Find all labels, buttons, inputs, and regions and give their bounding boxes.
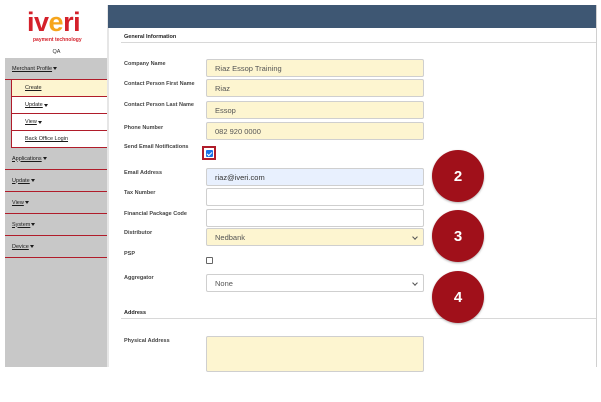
callout-badge: 4 (432, 271, 484, 323)
callout-badge: 2 (432, 150, 484, 202)
app-window: iveri payment technology QA Merchant Pro… (0, 0, 601, 402)
caret-down-icon (43, 103, 48, 107)
select-value: Nedbank (215, 232, 246, 242)
sidebar-item-applications[interactable]: Applications (5, 148, 108, 170)
email-label: Email Address (124, 170, 163, 176)
field-value: Riaz Essop Training (215, 63, 282, 73)
caret-down-icon (29, 245, 34, 248)
tax-label: Tax Number (124, 190, 156, 196)
distributor-select[interactable]: Nedbank (206, 228, 424, 246)
main-form: General Information Company Name Riaz Es… (112, 28, 596, 372)
field-value: riaz@iveri.com (215, 172, 265, 182)
sidebar-item-label: System (12, 221, 31, 228)
section-title-address: Address (124, 310, 147, 316)
email-field[interactable]: riaz@iveri.com (206, 168, 424, 186)
section-divider (121, 42, 596, 43)
first-name-field[interactable]: Riaz (206, 79, 424, 97)
caret-down-icon (53, 67, 58, 70)
sidebar-divider (107, 5, 109, 367)
caret-down-icon (37, 120, 42, 124)
right-border (596, 5, 597, 367)
company-name-field[interactable]: Riaz Essop Training (206, 59, 424, 77)
chevron-down-icon (412, 234, 418, 240)
company-name-label: Company Name (124, 61, 166, 67)
physical-address-label: Physical Address (124, 338, 170, 344)
sidebar-item-back-office-login[interactable]: Back Office Login (12, 131, 108, 148)
sidebar-item-label: Device (12, 243, 29, 250)
sidebar-item-label: View (12, 199, 24, 206)
phone-field[interactable]: 082 920 0000 (206, 122, 424, 140)
field-value: Riaz (215, 83, 231, 93)
financial-package-label: Financial Package Code (124, 211, 187, 217)
last-name-label: Contact Person Last Name (124, 102, 194, 108)
sidebar-item-device[interactable]: Device (5, 236, 108, 258)
financial-package-field[interactable] (206, 209, 424, 227)
environment-label: QA (52, 49, 61, 55)
select-value: None (215, 278, 233, 288)
distributor-label: Distributor (124, 230, 153, 236)
top-header-bar (108, 5, 596, 28)
aggregator-label: Aggregator (124, 275, 154, 281)
sidebar-item-merchant-profile[interactable]: Merchant Profile (5, 58, 108, 80)
sidebar-item-label: Create (25, 85, 42, 91)
sidebar-item-label: Update (12, 177, 30, 184)
sidebar-item-label: Applications (12, 155, 42, 162)
sidebar-item-update-main[interactable]: Update (5, 170, 108, 192)
field-value: Essop (215, 105, 236, 115)
caret-down-icon (24, 201, 29, 204)
callout-badge: 3 (432, 210, 484, 262)
logo-wordmark: iveri (27, 7, 81, 37)
sidebar-item-system[interactable]: System (5, 214, 108, 236)
send-email-checkbox[interactable] (205, 149, 213, 157)
sidebar-item-label: Update (25, 102, 43, 108)
logo-tagline: payment technology (33, 37, 82, 43)
sidebar-item-view-main[interactable]: View (5, 192, 108, 214)
section-title-general: General Information (124, 34, 177, 40)
tax-field[interactable] (206, 188, 424, 206)
merchant-profile-submenu: Create Update View Back Office Login (11, 80, 108, 148)
sidebar-nav: Merchant Profile Create Update View Back… (5, 58, 108, 367)
sidebar-item-update[interactable]: Update (12, 97, 108, 114)
caret-down-icon (30, 179, 35, 182)
caret-down-icon (42, 157, 47, 160)
sidebar: iveri payment technology QA Merchant Pro… (5, 5, 108, 367)
iveri-logo: iveri payment technology (27, 7, 97, 49)
caret-down-icon (31, 223, 36, 226)
send-email-label: Send Email Notifications (124, 144, 189, 150)
sidebar-item-label: View (25, 119, 37, 125)
chevron-down-icon (412, 280, 418, 286)
phone-label: Phone Number (124, 125, 164, 131)
psp-label: PSP (124, 251, 136, 257)
sidebar-item-label: Back Office Login (25, 136, 69, 142)
aggregator-select[interactable]: None (206, 274, 424, 292)
last-name-field[interactable]: Essop (206, 101, 424, 119)
field-value: 082 920 0000 (215, 126, 261, 136)
physical-address-field[interactable] (206, 336, 424, 372)
sidebar-item-label: Merchant Profile (12, 65, 53, 72)
first-name-label: Contact Person First Name (124, 81, 195, 87)
psp-checkbox[interactable] (205, 257, 213, 264)
sidebar-item-create[interactable]: Create (12, 80, 108, 97)
sidebar-item-view[interactable]: View (12, 114, 108, 131)
section-divider (121, 318, 596, 319)
